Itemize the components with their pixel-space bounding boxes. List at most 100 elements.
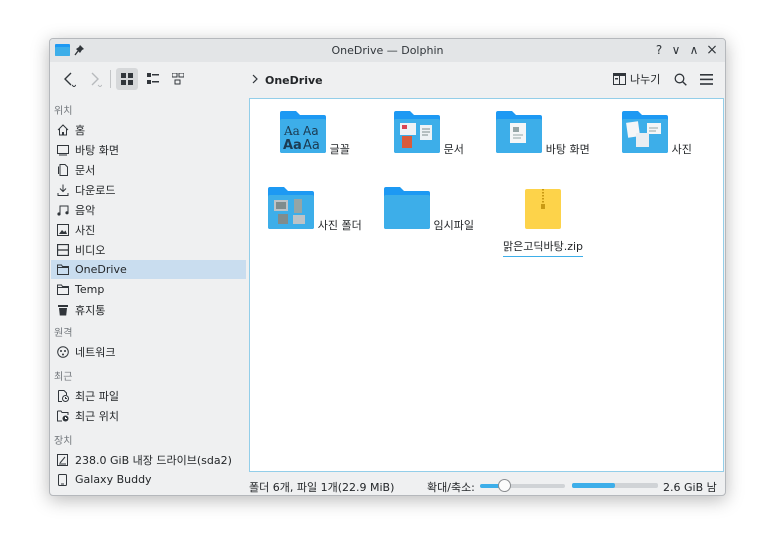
sidebar-item-videos[interactable]: 비디오 [51, 240, 246, 259]
maximize-button[interactable]: ∧ [687, 43, 701, 57]
section-devices: 장치 [54, 436, 73, 447]
music-icon [56, 203, 69, 216]
file-item-photos-folder[interactable]: 사진 폴더 [260, 187, 370, 233]
sidebar-item-label: 다운로드 [75, 183, 116, 197]
sidebar-item-label: Galaxy Buddy [75, 473, 152, 486]
sidebar-item-recent-locations[interactable]: 최근 위치 [51, 406, 246, 425]
sidebar-item-label: Temp [75, 283, 105, 296]
file-name: 임시파일 [433, 219, 474, 232]
breadcrumb-onedrive[interactable]: OneDrive [265, 74, 323, 87]
split-button[interactable]: 나누기 [613, 71, 660, 87]
compact-view-button[interactable] [142, 68, 164, 90]
pictures-icon [56, 223, 69, 236]
fonts-folder-icon: Aa Aa Aa Aa [280, 111, 327, 153]
download-icon [56, 183, 69, 196]
sidebar-item-downloads[interactable]: 다운로드 [51, 180, 246, 199]
file-name: 사진 폴더 [317, 219, 362, 232]
svg-text:Aa: Aa [303, 124, 319, 138]
phone-icon [56, 473, 69, 486]
file-item-zip[interactable]: 맑은고딕바탕.zip [488, 187, 598, 257]
search-icon [674, 73, 687, 86]
forward-button[interactable] [84, 68, 106, 90]
recent-files-icon [56, 389, 69, 402]
trash-icon [56, 303, 69, 316]
network-icon [56, 345, 69, 358]
sidebar-item-music[interactable]: 음악 [51, 200, 246, 219]
breadcrumb-chevron-icon [252, 74, 258, 84]
svg-text:Aa: Aa [283, 138, 302, 153]
icons-view-icon [121, 73, 133, 85]
sidebar-item-label: 바탕 화면 [75, 143, 119, 157]
file-item-temp-files[interactable]: 임시파일 [374, 187, 484, 233]
hamburger-menu-icon [699, 73, 713, 85]
file-item-pictures[interactable]: 사진 [602, 111, 712, 157]
sidebar-item-pictures[interactable]: 사진 [51, 220, 246, 239]
documents-icon [56, 163, 69, 176]
status-summary: 폴더 6개, 파일 1개(22.9 MiB) [249, 481, 395, 494]
sidebar-item-temp[interactable]: Temp [51, 280, 246, 299]
documents-folder-icon [394, 111, 441, 153]
sidebar-item-internal-drive[interactable]: 238.0 GiB 내장 드라이브(sda2) [51, 450, 246, 469]
sidebar-item-documents[interactable]: 문서 [51, 160, 246, 179]
sidebar-item-home[interactable]: 홈 [51, 120, 246, 139]
sidebar-item-label: OneDrive [75, 263, 127, 276]
sidebar-item-trash[interactable]: 휴지통 [51, 300, 246, 319]
toolbar: OneDrive 나누기 [50, 62, 725, 96]
compact-view-icon [147, 73, 159, 84]
split-view-icon [613, 73, 626, 85]
sidebar-item-label: 사진 [75, 223, 96, 237]
search-button[interactable] [670, 68, 690, 90]
title-bar: OneDrive — Dolphin ? ∨ ∧ × [50, 39, 725, 62]
zoom-label: 확대/축소: [427, 481, 475, 494]
svg-text:Aa: Aa [303, 138, 320, 153]
places-panel: 위치 홈 바탕 화면 문서 다운로드 음악 사진 비디오 OneDrive Te… [50, 96, 248, 486]
section-places: 위치 [54, 106, 73, 117]
zoom-slider-handle[interactable] [497, 479, 511, 492]
menu-button[interactable] [696, 68, 716, 90]
sidebar-item-label: 비디오 [75, 243, 106, 257]
file-view[interactable]: Aa Aa Aa Aa 글꼴 문서 바탕 화면 사진 사진 폴더 임시파일 맑은… [249, 98, 724, 472]
sidebar-item-label: 음악 [75, 203, 96, 217]
file-item-fonts[interactable]: Aa Aa Aa Aa 글꼴 [260, 111, 370, 157]
dolphin-window: OneDrive — Dolphin ? ∨ ∧ × OneDrive 나누기 … [49, 38, 726, 496]
pictures-folder-icon [622, 111, 669, 153]
back-arrow-icon [64, 72, 76, 87]
free-space-bar [572, 483, 658, 488]
sidebar-item-network[interactable]: 네트워크 [51, 342, 246, 361]
sidebar-item-onedrive[interactable]: OneDrive [51, 260, 246, 279]
file-name: 맑은고딕바탕.zip [502, 238, 584, 257]
sidebar-item-label: 최근 위치 [75, 409, 119, 423]
section-recent: 최근 [54, 372, 73, 383]
free-space-fill [572, 483, 615, 488]
video-icon [56, 243, 69, 256]
section-remote: 원격 [54, 328, 73, 339]
file-item-documents[interactable]: 문서 [374, 111, 484, 157]
details-view-button[interactable] [167, 68, 189, 90]
folder-icon [56, 283, 69, 296]
photos-folder-icon [268, 187, 315, 229]
file-item-desktop[interactable]: 바탕 화면 [488, 111, 598, 157]
desktop-icon [56, 143, 69, 156]
free-space-label: 2.6 GiB 남음 [663, 481, 717, 494]
zoom-slider[interactable] [480, 479, 565, 492]
sidebar-item-label: 휴지통 [75, 303, 106, 317]
sidebar-item-galaxy-buddy[interactable]: Galaxy Buddy [51, 470, 246, 489]
folder-icon [56, 263, 69, 276]
home-icon [56, 123, 69, 136]
close-button[interactable]: × [705, 43, 719, 57]
minimize-button[interactable]: ∨ [669, 43, 683, 57]
sidebar-item-desktop[interactable]: 바탕 화면 [51, 140, 246, 159]
back-button[interactable] [58, 68, 80, 90]
toolbar-separator [110, 70, 111, 88]
folder-icon [384, 187, 430, 229]
file-name: 바탕 화면 [545, 143, 590, 156]
help-button[interactable]: ? [652, 43, 666, 57]
file-name: 사진 [671, 143, 692, 156]
icons-view-button[interactable] [116, 68, 138, 90]
drive-icon [56, 453, 69, 466]
status-bar: 폴더 6개, 파일 1개(22.9 MiB) 확대/축소: 2.6 GiB 남음 [249, 476, 725, 495]
svg-text:Aa: Aa [283, 124, 300, 138]
sidebar-item-recent-files[interactable]: 최근 파일 [51, 386, 246, 405]
sidebar-item-label: 최근 파일 [75, 389, 119, 403]
zip-archive-icon [525, 189, 561, 229]
